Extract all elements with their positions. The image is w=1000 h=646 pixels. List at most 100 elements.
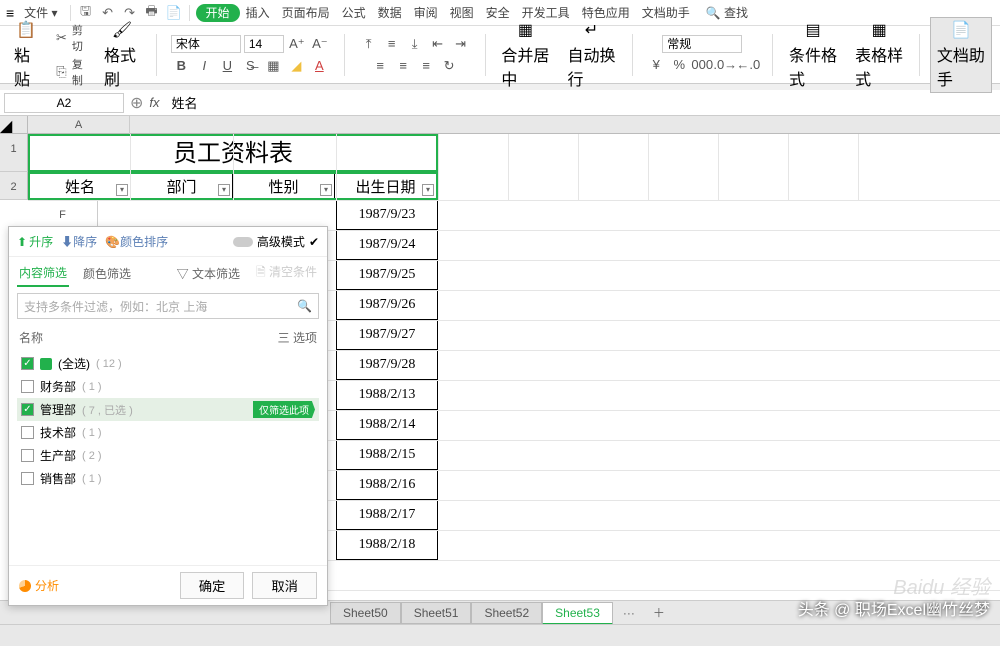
save-icon[interactable]: 🖫	[77, 4, 95, 22]
merge-center-button[interactable]: ▦ 合并居中	[495, 18, 555, 92]
options-column-header[interactable]: 三 选项	[278, 329, 317, 346]
header-cell-3[interactable]: 出生日期▾	[335, 174, 436, 198]
format-painter-button[interactable]: 🖌 格式刷	[98, 18, 146, 92]
menu-页面布局[interactable]: 页面布局	[276, 4, 336, 22]
ok-button[interactable]: 确定	[180, 572, 245, 599]
checkbox-icon[interactable]: ✓	[21, 357, 34, 370]
sheet-tab-Sheet52[interactable]: Sheet52	[471, 602, 542, 624]
align-middle-icon[interactable]: ≡	[382, 34, 402, 54]
menu-视图[interactable]: 视图	[444, 4, 480, 22]
data-cell-date-10[interactable]: 1988/2/17	[336, 500, 438, 530]
text-filter-button[interactable]: ▽ 文本筛选	[175, 261, 242, 286]
orientation-icon[interactable]: ↻	[439, 56, 459, 76]
sort-desc-button[interactable]: ⬇降序	[61, 233, 97, 250]
filter-item-0[interactable]: ✓(全选)( 12 )	[17, 352, 319, 375]
increase-font-icon[interactable]: A⁺	[287, 34, 307, 54]
formula-input[interactable]	[166, 93, 996, 112]
filter-icon[interactable]: ▾	[320, 184, 332, 196]
tab-content-filter[interactable]: 内容筛选	[17, 260, 69, 287]
comma-icon[interactable]: 000	[692, 55, 712, 75]
header-cell-0[interactable]: 姓名▾	[30, 174, 131, 198]
filter-item-5[interactable]: 销售部( 1 )	[17, 467, 319, 490]
checkbox-icon[interactable]	[21, 380, 34, 393]
menu-插入[interactable]: 插入	[240, 4, 276, 22]
data-cell-date-11[interactable]: 1988/2/18	[336, 530, 438, 560]
align-center-icon[interactable]: ≡	[393, 56, 413, 76]
align-bottom-icon[interactable]: ⤓	[405, 34, 425, 54]
checkbox-icon[interactable]	[21, 426, 34, 439]
checkbox-icon[interactable]	[21, 449, 34, 462]
indent-right-icon[interactable]: ⇥	[451, 34, 471, 54]
autosum-icon[interactable]: ⊕	[130, 93, 143, 113]
align-right-icon[interactable]: ≡	[416, 56, 436, 76]
data-cell-date-6[interactable]: 1988/2/13	[336, 380, 438, 410]
indent-left-icon[interactable]: ⇤	[428, 34, 448, 54]
align-top-icon[interactable]: ⤒	[359, 34, 379, 54]
cancel-button[interactable]: 取消	[252, 572, 317, 599]
filter-icon[interactable]: ▾	[218, 184, 230, 196]
decrease-font-icon[interactable]: A⁻	[310, 34, 330, 54]
decrease-decimal-icon[interactable]: ←.0	[738, 55, 758, 75]
search-menu[interactable]: 🔍 查找	[700, 2, 754, 23]
strikethrough-icon[interactable]: S̶	[240, 56, 260, 76]
cells-area[interactable]: 员工资料表 姓名▾部门▾性别▾出生日期▾ 1987/9/231987/9/241…	[28, 134, 1000, 200]
filter-item-4[interactable]: 生产部( 2 )	[17, 444, 319, 467]
sheet-tab-Sheet50[interactable]: Sheet50	[330, 602, 401, 624]
preview-icon[interactable]: 📄	[165, 4, 183, 22]
paste-button[interactable]: 📋 粘贴	[8, 18, 44, 92]
clear-conditions-button[interactable]: 🗎 清空条件	[254, 259, 319, 288]
fill-color-icon[interactable]: ◢	[286, 56, 306, 76]
data-cell-date-9[interactable]: 1988/2/16	[336, 470, 438, 500]
data-cell-date-4[interactable]: 1987/9/27	[336, 320, 438, 350]
number-format-select[interactable]	[662, 35, 742, 53]
analysis-button[interactable]: 分析	[19, 577, 59, 594]
filter-item-2[interactable]: ✓管理部( 7 , 已选 )仅筛选此项	[17, 398, 319, 421]
cut-icon[interactable]: ✂	[54, 28, 69, 48]
bold-icon[interactable]: B	[171, 56, 191, 76]
filter-search-input[interactable]: 支持多条件过滤，例如：北京 上海 🔍	[17, 293, 319, 319]
sheet-tab-Sheet53[interactable]: Sheet53	[542, 602, 613, 625]
sheet-more-button[interactable]: ···	[615, 603, 643, 623]
data-cell-date-8[interactable]: 1988/2/15	[336, 440, 438, 470]
sort-asc-button[interactable]: ⬆升序	[17, 233, 53, 250]
name-box[interactable]	[4, 93, 124, 113]
checkbox-icon[interactable]: ✓	[21, 403, 34, 416]
italic-icon[interactable]: I	[194, 56, 214, 76]
font-name-input[interactable]	[171, 35, 241, 53]
checkbox-icon[interactable]	[21, 472, 34, 485]
font-color-icon[interactable]: A	[309, 56, 329, 76]
underline-icon[interactable]: U	[217, 56, 237, 76]
advanced-mode-toggle[interactable]: 高级模式 ✔	[233, 233, 319, 250]
filter-item-1[interactable]: 财务部( 1 )	[17, 375, 319, 398]
data-cell-date-1[interactable]: 1987/9/24	[336, 230, 438, 260]
sort-color-button[interactable]: 🎨颜色排序	[105, 233, 168, 250]
menu-开始[interactable]: 开始	[196, 4, 240, 22]
data-cell-date-5[interactable]: 1987/9/28	[336, 350, 438, 380]
col-header-F[interactable]: F	[28, 206, 98, 224]
select-all-corner[interactable]: ◢	[0, 116, 28, 133]
filter-only-badge[interactable]: 仅筛选此项	[253, 401, 315, 418]
percent-icon[interactable]: %	[669, 55, 689, 75]
font-size-input[interactable]	[244, 35, 284, 53]
cond-format-button[interactable]: ▤ 条件格式	[783, 18, 843, 92]
filter-item-3[interactable]: 技术部( 1 )	[17, 421, 319, 444]
menu-数据[interactable]: 数据	[372, 4, 408, 22]
border-icon[interactable]: ▦	[263, 56, 283, 76]
add-sheet-button[interactable]: ＋	[645, 601, 673, 624]
sheet-tab-Sheet51[interactable]: Sheet51	[401, 602, 472, 624]
row-header-2[interactable]: 2	[0, 172, 28, 200]
filter-icon[interactable]: ▾	[116, 184, 128, 196]
menu-公式[interactable]: 公式	[336, 4, 372, 22]
tab-color-filter[interactable]: 颜色筛选	[81, 261, 133, 286]
header-cell-1[interactable]: 部门▾	[131, 174, 233, 198]
row-header-1[interactable]: 1	[0, 134, 28, 172]
data-cell-date-0[interactable]: 1987/9/23	[336, 200, 438, 230]
header-cell-2[interactable]: 性别▾	[233, 174, 335, 198]
col-header-A[interactable]: A	[28, 116, 130, 134]
increase-decimal-icon[interactable]: .0→	[715, 55, 735, 75]
fx-icon[interactable]: fx	[149, 95, 159, 110]
data-cell-date-2[interactable]: 1987/9/25	[336, 260, 438, 290]
copy-icon[interactable]: ⎘	[54, 62, 69, 82]
align-left-icon[interactable]: ≡	[370, 56, 390, 76]
menu-文档助手[interactable]: 文档助手	[636, 4, 696, 22]
